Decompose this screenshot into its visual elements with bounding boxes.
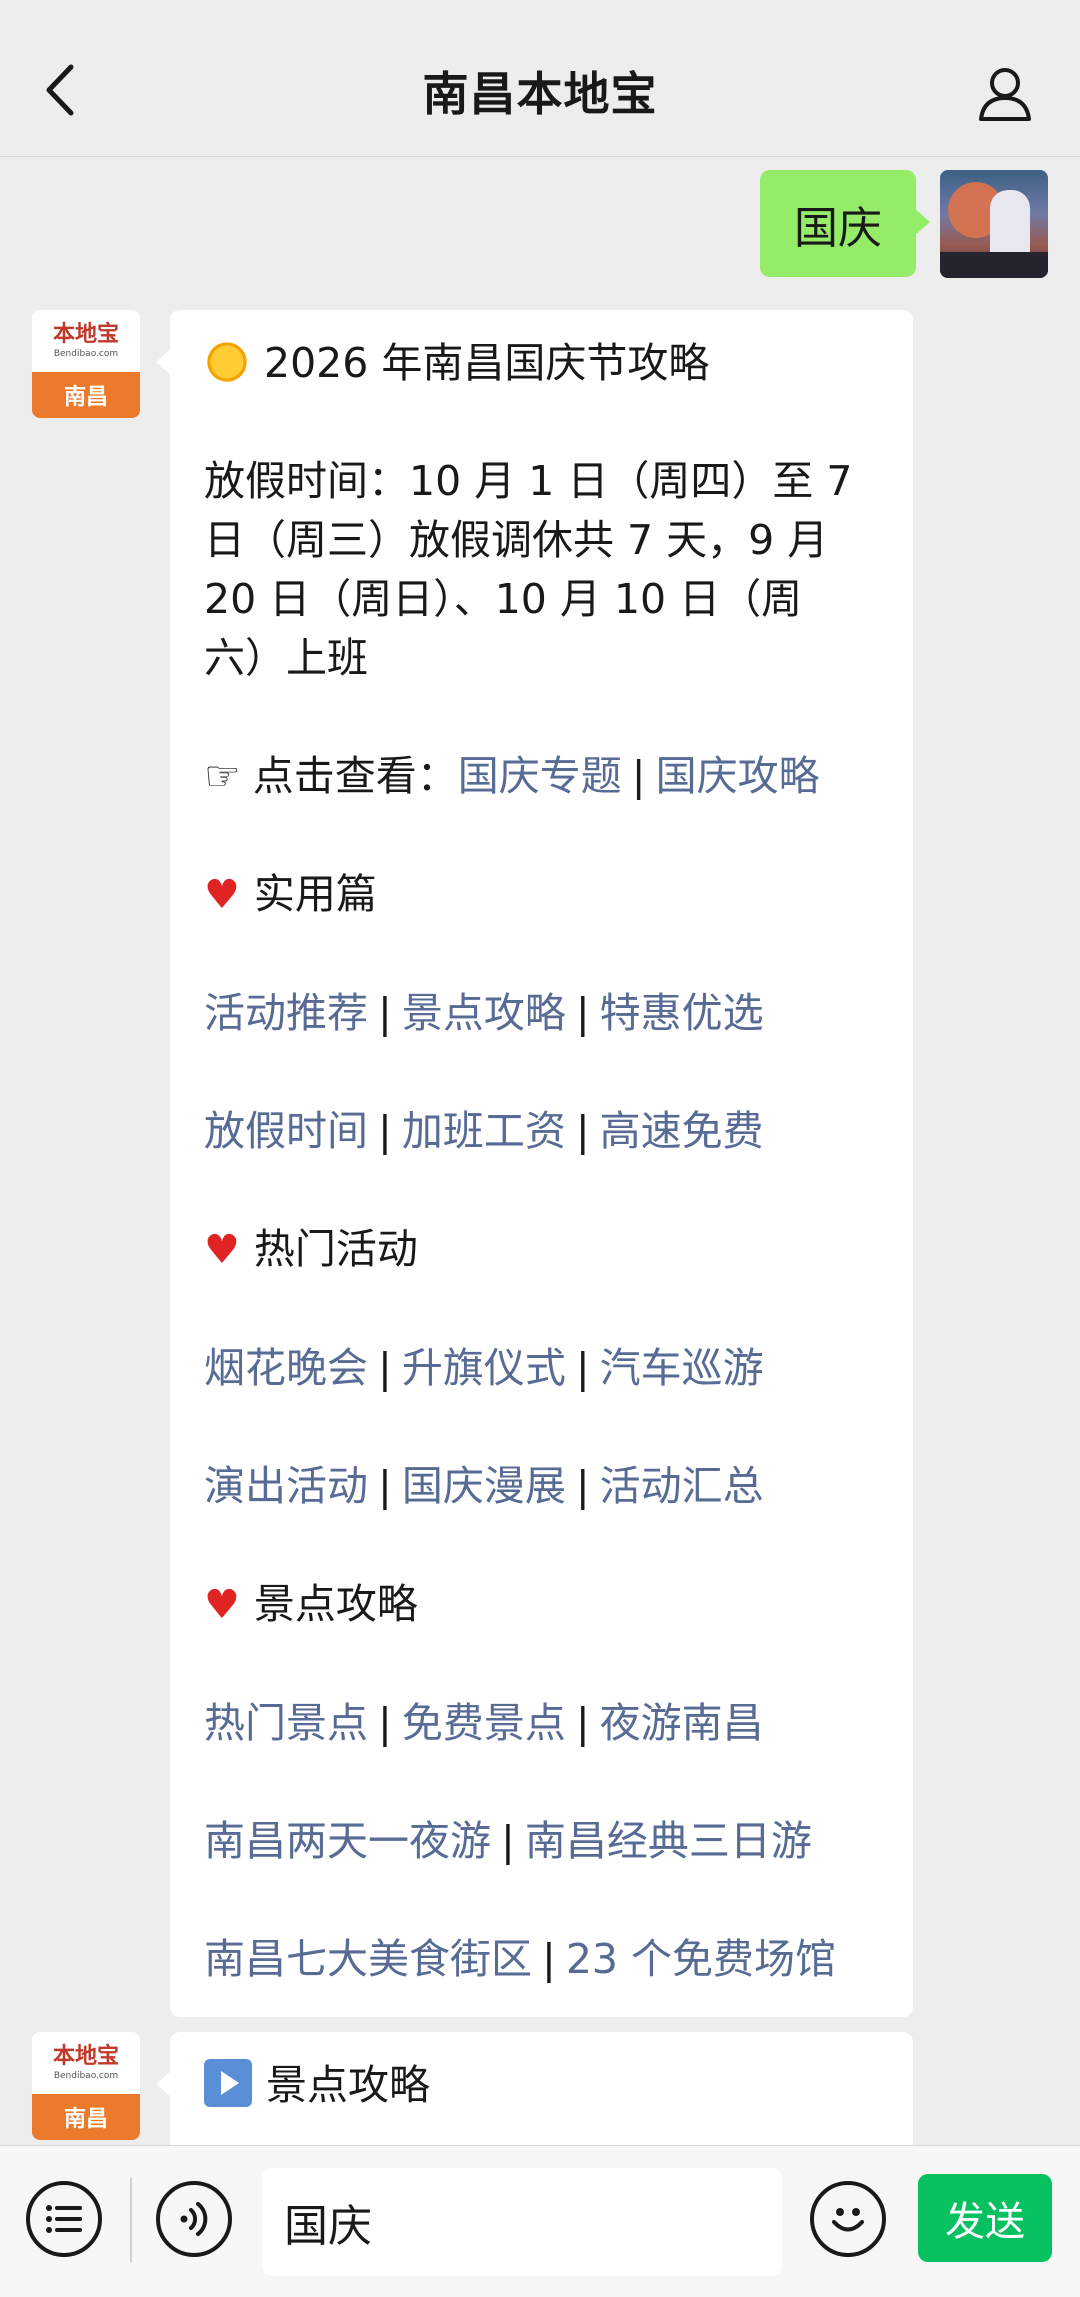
- separator: |: [378, 1699, 392, 1747]
- link-item[interactable]: 景点攻略: [402, 989, 566, 1037]
- section-heading: ♥ 景点攻略: [204, 1580, 418, 1628]
- bot-avatar[interactable]: 本地宝 Bendibao.com 南昌: [32, 2032, 140, 2140]
- person-icon: [979, 68, 1031, 121]
- profile-button[interactable]: [970, 58, 1040, 128]
- link-item[interactable]: 南昌经典三日游: [525, 1817, 812, 1865]
- link-item[interactable]: 23 个免费场馆: [566, 1935, 836, 1983]
- separator: |: [575, 1107, 590, 1155]
- separator: |: [631, 752, 646, 800]
- message-title: 2026 年南昌国庆节攻略: [204, 334, 881, 393]
- section-heading: ♥ 热门活动: [204, 1225, 418, 1273]
- section-heading: ♥ 实用篇: [204, 870, 377, 918]
- link-row: 烟花晚会 | 升旗仪式 | 汽车巡游: [204, 1339, 881, 1398]
- holiday-line: 日（周三）放假调休共 7 天，9 月: [204, 516, 829, 564]
- list-icon: [46, 2205, 82, 2233]
- separator: |: [378, 1462, 392, 1510]
- link-item[interactable]: 南昌七大美食街区: [204, 1935, 532, 1983]
- holiday-line: 放假时间：10 月 1 日（周四）至 7: [204, 457, 853, 505]
- message-title: 景点攻略: [204, 2056, 881, 2115]
- logo-city: 南昌: [32, 2094, 140, 2140]
- smiley-icon: [832, 2208, 864, 2232]
- click-prefix: 点击查看：: [252, 752, 458, 800]
- separator: |: [575, 1699, 590, 1747]
- heart-icon: ♥: [204, 1227, 240, 1273]
- logo-text: 本地宝: [52, 321, 119, 347]
- user-avatar[interactable]: [940, 170, 1048, 278]
- divider: [130, 2178, 132, 2262]
- incoming-message-bubble: 2026 年南昌国庆节攻略 放假时间：10 月 1 日（周四）至 7 日（周三）…: [156, 310, 913, 2017]
- link-row: 南昌两天一夜游 | 南昌经典三日游: [204, 1812, 881, 1871]
- link-item[interactable]: 升旗仪式: [402, 1344, 566, 1392]
- separator: |: [575, 1462, 590, 1510]
- outgoing-bubble[interactable]: 国庆: [760, 170, 930, 277]
- link-row: 热门景点 | 免费景点 | 夜游南昌: [204, 1694, 881, 1753]
- link-item[interactable]: 烟花晚会: [204, 1344, 368, 1392]
- separator: |: [378, 1107, 392, 1155]
- separator: |: [575, 1344, 590, 1392]
- link-item[interactable]: 高速免费: [600, 1107, 764, 1155]
- link-row: 南昌七大美食街区 | 23 个免费场馆: [204, 1930, 881, 1989]
- chat-header: 南昌本地宝: [0, 0, 1080, 157]
- logo-city: 南昌: [32, 372, 140, 418]
- link-item[interactable]: 演出活动: [204, 1462, 368, 1510]
- click-row: ☞ 点击查看：国庆专题 | 国庆攻略: [204, 747, 881, 806]
- pointing-hand-icon: ☞: [204, 752, 241, 800]
- link-row: 放假时间 | 加班工资 | 高速免费: [204, 1102, 881, 1161]
- page-title: 南昌本地宝: [422, 67, 658, 121]
- voice-button[interactable]: [156, 2181, 232, 2257]
- logo-domain: Bendibao.com: [53, 348, 119, 359]
- menu-button[interactable]: [26, 2181, 102, 2257]
- emoji-button[interactable]: [810, 2181, 886, 2257]
- link-national-day-guide[interactable]: 国庆攻略: [656, 752, 820, 800]
- link-item[interactable]: 南昌两天一夜游: [204, 1817, 491, 1865]
- voice-icon: [180, 2202, 208, 2236]
- link-item[interactable]: 加班工资: [402, 1107, 566, 1155]
- link-item[interactable]: 活动汇总: [600, 1462, 764, 1510]
- input-bar: 国庆 发送: [0, 2145, 1080, 2297]
- separator: |: [575, 989, 590, 1037]
- link-item[interactable]: 免费景点: [402, 1699, 566, 1747]
- separator: |: [501, 1817, 515, 1865]
- holiday-line: 20 日（周日）、10 月 10 日（周: [204, 575, 803, 623]
- logo-domain: Bendibao.com: [53, 2070, 119, 2081]
- sun-icon: [204, 339, 250, 385]
- outgoing-message: 国庆: [760, 170, 1048, 278]
- link-row: 演出活动 | 国庆漫展 | 活动汇总: [204, 1457, 881, 1516]
- separator: |: [542, 1935, 556, 1983]
- link-national-day-topic[interactable]: 国庆专题: [458, 752, 622, 800]
- separator: |: [378, 989, 392, 1037]
- link-item[interactable]: 汽车巡游: [600, 1344, 764, 1392]
- play-icon: [204, 2059, 252, 2107]
- bot-avatar[interactable]: 本地宝 Bendibao.com 南昌: [32, 310, 140, 418]
- link-item[interactable]: 国庆漫展: [402, 1462, 566, 1510]
- send-button[interactable]: 发送: [918, 2174, 1052, 2262]
- link-item[interactable]: 夜游南昌: [600, 1699, 764, 1747]
- link-item[interactable]: 活动推荐: [204, 989, 368, 1037]
- link-item[interactable]: 热门景点: [204, 1699, 368, 1747]
- link-item[interactable]: 特惠优选: [600, 989, 764, 1037]
- link-item[interactable]: 放假时间: [204, 1107, 368, 1155]
- holiday-line: 六）上班: [204, 634, 368, 682]
- logo-text: 本地宝: [52, 2043, 119, 2069]
- message-input[interactable]: 国庆: [262, 2168, 782, 2276]
- link-row: 活动推荐 | 景点攻略 | 特惠优选: [204, 984, 881, 1043]
- heart-icon: ♥: [204, 1582, 240, 1628]
- heart-icon: ♥: [204, 872, 240, 918]
- separator: |: [378, 1344, 392, 1392]
